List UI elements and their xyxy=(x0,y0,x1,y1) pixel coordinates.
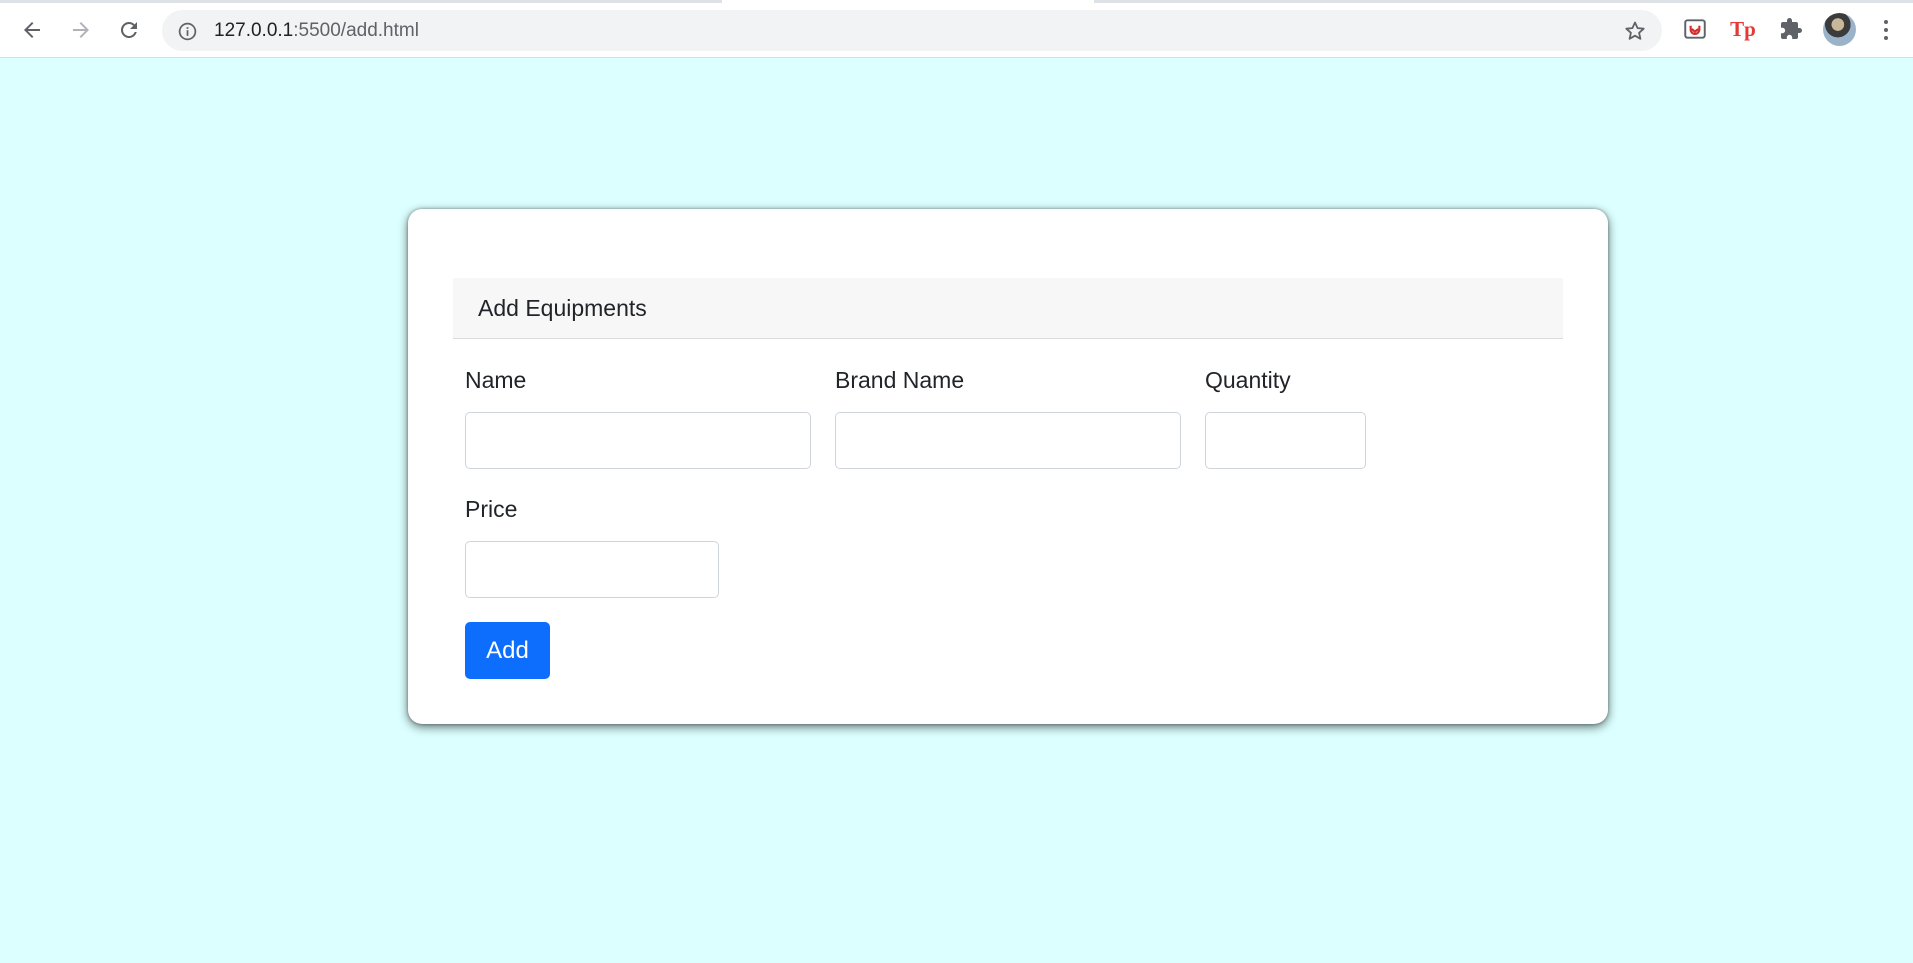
price-label: Price xyxy=(465,496,518,522)
info-icon[interactable] xyxy=(176,20,198,42)
active-tab-edge xyxy=(722,0,1094,3)
url-path: :5500/add.html xyxy=(293,20,419,41)
add-equipment-card: Add Equipments Name Brand Name Quantity … xyxy=(408,209,1608,724)
tp-icon-label: Tp xyxy=(1730,16,1756,41)
address-bar[interactable]: 127.0.0.1:5500/add.html xyxy=(162,10,1662,51)
arrow-right-icon xyxy=(73,22,89,38)
brand-name-label: Brand Name xyxy=(835,367,965,393)
name-label: Name xyxy=(465,367,527,393)
browser-toolbar: 127.0.0.1:5500/add.html Tp xyxy=(0,0,1913,58)
quantity-label: Quantity xyxy=(1205,367,1291,393)
puzzle-icon[interactable] xyxy=(1776,14,1806,44)
card-header: Add Equipments xyxy=(453,278,1563,339)
quantity-input[interactable] xyxy=(1205,412,1366,469)
pocket-icon[interactable] xyxy=(1680,14,1710,44)
back-button[interactable] xyxy=(14,12,50,48)
name-input[interactable] xyxy=(465,412,811,469)
reload-button[interactable] xyxy=(111,12,147,48)
add-button[interactable]: Add xyxy=(465,622,550,679)
star-icon[interactable] xyxy=(1622,18,1648,44)
kebab-icon[interactable] xyxy=(1874,15,1898,45)
url-host: 127.0.0.1 xyxy=(214,20,294,41)
profile-avatar[interactable] xyxy=(1823,13,1856,46)
reload-icon xyxy=(120,21,137,38)
tp-icon[interactable]: Tp xyxy=(1728,14,1758,44)
url-text[interactable]: 127.0.0.1:5500/add.html xyxy=(214,20,419,42)
brand-name-input[interactable] xyxy=(835,412,1181,469)
forward-button[interactable] xyxy=(63,12,99,48)
price-input[interactable] xyxy=(465,541,719,598)
arrow-left-icon xyxy=(24,22,40,38)
